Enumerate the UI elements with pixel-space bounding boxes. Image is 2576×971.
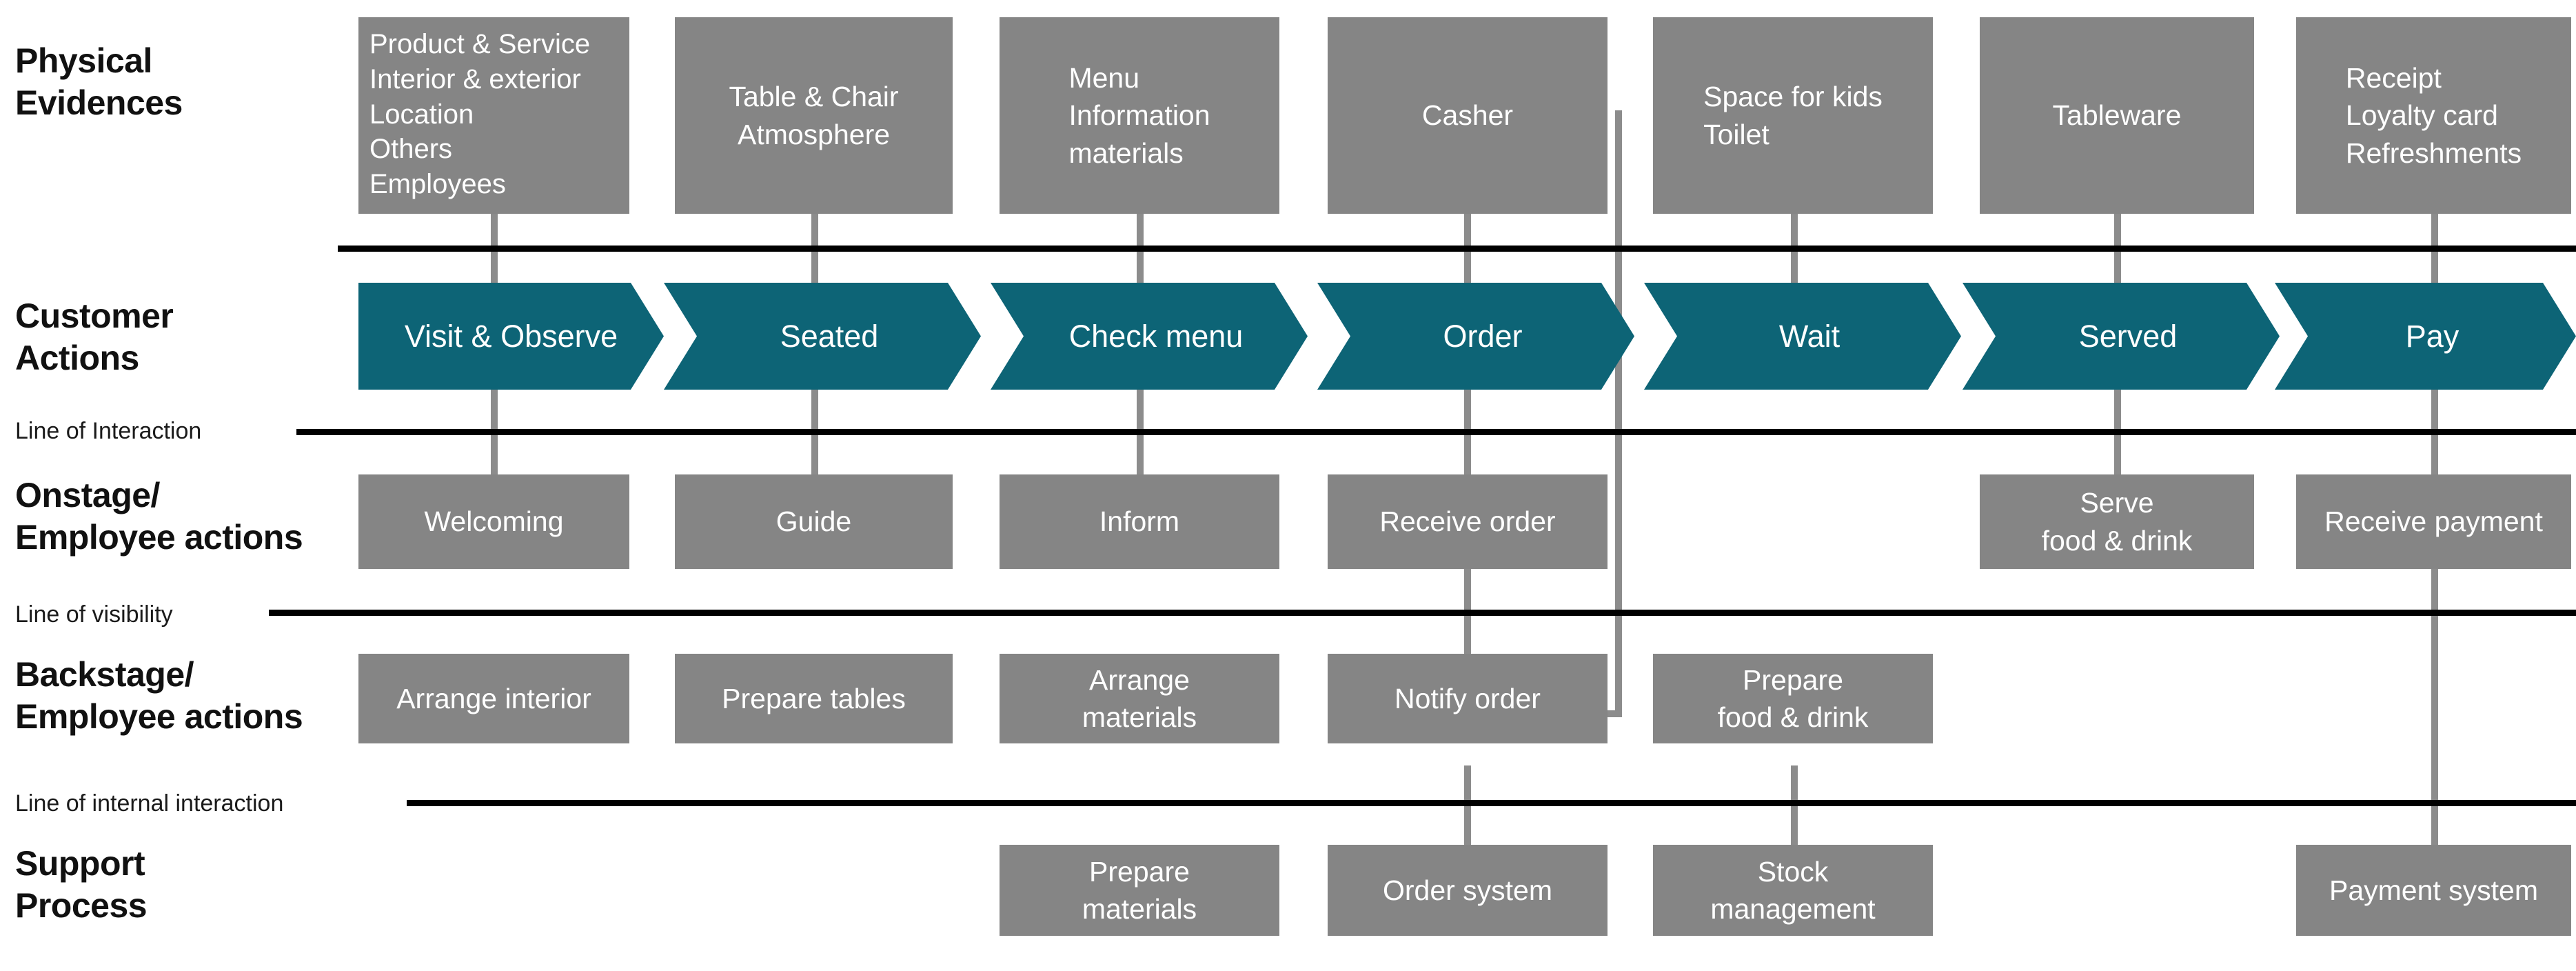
row-label-line-1: Backstage/ xyxy=(15,655,194,694)
pe-line: Menu xyxy=(1068,62,1139,94)
divider-line-of-interaction xyxy=(296,429,2576,435)
row-label-line-2: Employee actions xyxy=(15,697,303,736)
divider-label-line-of-internal-interaction: Line of internal interaction xyxy=(15,790,284,817)
chevron-label: Check menu xyxy=(1068,318,1244,354)
row-label-line-1: Support xyxy=(15,844,145,883)
onstage-box-2[interactable]: Guide xyxy=(675,474,953,569)
pe-line: Tableware xyxy=(2052,99,2182,132)
row-label-physical-evidences: Physical Evidences xyxy=(15,40,183,124)
onstage-box-4[interactable]: Receive order xyxy=(1328,474,1608,569)
physical-evidence-box-3[interactable]: Menu Information materials xyxy=(1000,17,1279,214)
pe-line: Information xyxy=(1068,99,1210,132)
pe-line: Employees xyxy=(369,169,506,200)
chevron-label: Pay xyxy=(2405,318,2460,354)
support-process-box-1[interactable]: Prepare materials xyxy=(1000,845,1279,936)
chevron-label: Visit & Observe xyxy=(404,318,618,354)
support-label: Stock management xyxy=(1710,855,1876,925)
physical-evidence-box-5[interactable]: Space for kids Toilet xyxy=(1653,17,1933,214)
physical-evidence-box-6[interactable]: Tableware xyxy=(1980,17,2254,214)
backstage-label: Arrange materials xyxy=(1082,663,1197,733)
row-label-backstage-employee-actions: Backstage/ Employee actions xyxy=(15,654,303,738)
pe-line: Refreshments xyxy=(2345,137,2522,169)
pe-line: Casher xyxy=(1421,99,1514,132)
customer-action-chevron-3[interactable]: Check menu xyxy=(991,283,1308,390)
support-label: Order system xyxy=(1382,874,1553,906)
connector-col4-backstage-to-support xyxy=(1464,765,1471,852)
pe-line: Interior & exterior xyxy=(369,63,581,94)
divider-label-line-of-visibility: Line of visibility xyxy=(15,601,173,628)
connector-col7-onstage-to-support xyxy=(2431,565,2438,852)
onstage-box-5[interactable]: Serve food & drink xyxy=(1980,474,2254,569)
onstage-label: Inform xyxy=(1099,505,1180,538)
customer-action-chevron-7[interactable]: Pay xyxy=(2275,283,2576,390)
support-label: Payment system xyxy=(2329,874,2539,906)
backstage-box-3[interactable]: Arrange materials xyxy=(1000,654,1279,743)
backstage-box-1[interactable]: Arrange interior xyxy=(358,654,629,743)
backstage-label: Prepare tables xyxy=(722,682,906,714)
row-label-line-2: Employee actions xyxy=(15,518,303,557)
onstage-label: Welcoming xyxy=(424,505,564,538)
customer-action-chevron-4[interactable]: Order xyxy=(1317,283,1634,390)
row-label-customer-actions: Customer Actions xyxy=(15,295,174,379)
divider-line-of-internal-interaction xyxy=(407,800,2576,806)
support-process-box-2[interactable]: Order system xyxy=(1328,845,1608,936)
backstage-box-4[interactable]: Notify order xyxy=(1328,654,1608,743)
backstage-label: Arrange interior xyxy=(396,682,591,714)
row-label-support-process: Support Process xyxy=(15,843,148,927)
row-label-line-1: Customer xyxy=(15,297,174,335)
customer-action-chevron-1[interactable]: Visit & Observe xyxy=(358,283,664,390)
pe-line: Space for kids xyxy=(1703,81,1883,113)
pe-line: Receipt xyxy=(2345,62,2442,94)
customer-action-chevron-5[interactable]: Wait xyxy=(1644,283,1961,390)
chevron-label: Served xyxy=(2078,318,2178,354)
support-label: Prepare materials xyxy=(1082,855,1197,925)
backstage-box-2[interactable]: Prepare tables xyxy=(675,654,953,743)
backstage-label: Notify order xyxy=(1395,682,1541,714)
row-label-line-1: Physical xyxy=(15,41,152,80)
pe-line: Product & Service xyxy=(369,29,591,59)
onstage-label: Serve food & drink xyxy=(2041,487,2193,557)
onstage-label: Guide xyxy=(775,505,852,538)
backstage-label: Prepare food & drink xyxy=(1717,663,1869,733)
pe-line: Atmosphere xyxy=(737,118,891,150)
divider-label-line-of-interaction: Line of Interaction xyxy=(15,418,202,444)
pe-line: Toilet xyxy=(1703,118,1769,150)
row-label-line-1: Onstage/ xyxy=(15,476,160,514)
chevron-label: Wait xyxy=(1778,318,1840,354)
pe-line: Table & Chair xyxy=(729,81,899,113)
customer-action-chevron-2[interactable]: Seated xyxy=(664,283,981,390)
divider-line-of-visibility xyxy=(269,610,2576,616)
onstage-box-1[interactable]: Welcoming xyxy=(358,474,629,569)
row-label-line-2: Actions xyxy=(15,339,139,377)
physical-evidence-box-4[interactable]: Casher xyxy=(1328,17,1608,214)
connector-col5-backstage-to-support xyxy=(1791,765,1798,852)
row-label-line-2: Evidences xyxy=(15,83,183,122)
row-label-line-2: Process xyxy=(15,886,148,925)
pe-line: Others xyxy=(369,134,453,165)
support-process-box-3[interactable]: Stock management xyxy=(1653,845,1933,936)
chevron-label: Order xyxy=(1443,318,1523,354)
onstage-label: Receive payment xyxy=(2324,505,2543,538)
chevron-label: Seated xyxy=(780,318,879,354)
pe-line: materials xyxy=(1068,137,1184,169)
onstage-box-3[interactable]: Inform xyxy=(1000,474,1279,569)
divider-upper xyxy=(338,246,2576,252)
physical-evidence-box-1[interactable]: Product & Service Interior & exterior Lo… xyxy=(358,17,629,214)
onstage-label: Receive order xyxy=(1379,505,1556,538)
support-process-box-4[interactable]: Payment system xyxy=(2296,845,2571,936)
physical-evidence-box-7[interactable]: Receipt Loyalty card Refreshments xyxy=(2296,17,2571,214)
onstage-box-6[interactable]: Receive payment xyxy=(2296,474,2571,569)
physical-evidence-box-2[interactable]: Table & Chair Atmosphere xyxy=(675,17,953,214)
pe-line: Location xyxy=(369,99,474,130)
pe-line: Loyalty card xyxy=(2345,99,2498,132)
customer-action-chevron-6[interactable]: Served xyxy=(1963,283,2280,390)
service-blueprint-diagram: Physical Evidences Customer Actions Onst… xyxy=(0,0,2576,971)
backstage-box-5[interactable]: Prepare food & drink xyxy=(1653,654,1933,743)
row-label-onstage-employee-actions: Onstage/ Employee actions xyxy=(15,474,303,559)
connector-casher-elbow-vertical xyxy=(1615,110,1622,717)
